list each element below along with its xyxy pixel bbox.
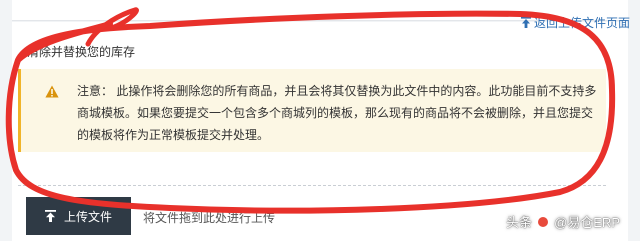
watermark-author: @易仓ERP bbox=[554, 215, 620, 230]
back-to-upload-link[interactable]: 返回上传文件页面 bbox=[520, 14, 630, 31]
upload-arrow-icon bbox=[520, 17, 531, 28]
drop-hint-text: 将文件拖到此处进行上传 bbox=[143, 211, 276, 225]
watermark-dot-icon bbox=[538, 216, 549, 227]
section-title: 清除并替换您的库存 bbox=[27, 45, 136, 59]
upload-button-label: 上传文件 bbox=[63, 209, 112, 224]
warning-alert: 注意： 此操作将会删除您的所有商品，并且会将其仅替换为此文件中的内容。此功能目前… bbox=[18, 69, 606, 152]
upload-arrow-icon bbox=[44, 210, 56, 222]
upload-file-button[interactable]: 上传文件 bbox=[26, 197, 131, 235]
back-link-label: 返回上传文件页面 bbox=[533, 16, 630, 30]
warning-message: 注意： 此操作将会删除您的所有商品，并且会将其仅替换为此文件中的内容。此功能目前… bbox=[77, 84, 597, 142]
upload-page: 返回上传文件页面 清除并替换您的库存 注意： 此操作将会删除您的所有商品，并且会… bbox=[0, 0, 640, 241]
watermark-source: 头条 bbox=[506, 215, 533, 230]
source-watermark: 头条 @易仓ERP bbox=[506, 212, 620, 231]
warning-triangle-icon bbox=[45, 85, 59, 98]
